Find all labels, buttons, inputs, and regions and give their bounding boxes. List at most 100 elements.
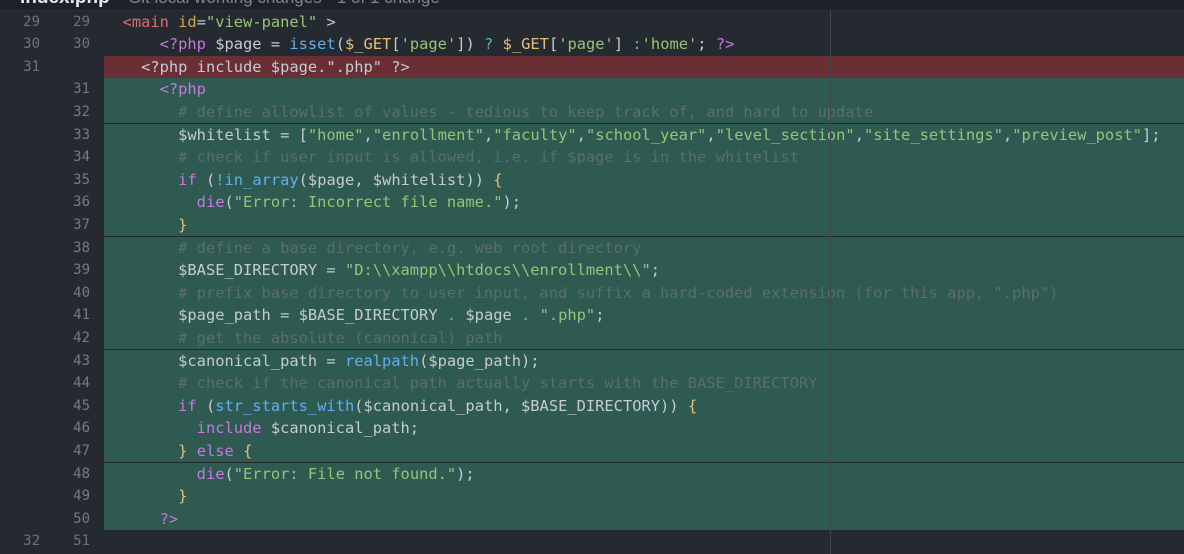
- added-line[interactable]: 49 }: [0, 485, 1184, 508]
- added-line[interactable]: 40 # prefix base directory to user input…: [0, 281, 1184, 305]
- diff-editor[interactable]: 29 29 <main id="view-panel" >30 30 <?php $…: [0, 10, 1184, 554]
- added-line[interactable]: 44 # check if the canonical path actuall…: [0, 372, 1184, 395]
- added-line[interactable]: 50 ?>: [0, 507, 1184, 531]
- added-line[interactable]: 43 $canonical_path = realpath($page_path…: [0, 349, 1184, 373]
- code-token: $canonical_path =: [178, 351, 345, 370]
- new-line-number: 39: [73, 262, 90, 279]
- code-token: ".php": [539, 306, 596, 325]
- code-token: in_array: [224, 170, 299, 189]
- code-token: ($canonical_path, $BASE_DIRECTORY)): [354, 396, 688, 415]
- added-line[interactable]: 32 # define allowlist of values - tediou…: [0, 100, 1184, 124]
- added-line[interactable]: 36 die("Error: Incorrect file name.");: [0, 191, 1184, 214]
- code-token: $page_path = $BASE_DIRECTORY: [178, 306, 447, 325]
- code-token: 'page': [400, 35, 457, 54]
- code-line[interactable]: 30 30 <?php $page = isset($_GET['page']) …: [0, 33, 1184, 56]
- code-token: $BASE_DIRECTORY =: [178, 261, 345, 280]
- added-line[interactable]: 35 if (!in_array($page, $whitelist)) {: [0, 168, 1184, 192]
- removed-line[interactable]: 31 <?php include $page.".php" ?>: [0, 55, 1184, 79]
- code-token: );: [502, 193, 522, 212]
- new-line-number: 37: [73, 216, 90, 233]
- code-token: ;: [595, 306, 605, 325]
- code-text: # get the absolute (canonical) path: [104, 327, 502, 350]
- code-token: "Error: Incorrect file name.": [233, 193, 503, 212]
- code-token: die: [196, 193, 225, 212]
- code-token: ;: [650, 261, 660, 280]
- new-line-number: 29: [73, 13, 90, 30]
- code-token: die: [196, 464, 225, 483]
- code-token: 'home': [641, 35, 698, 54]
- new-line-number: 34: [73, 149, 90, 166]
- tab-file-title[interactable]: index.php: [20, 0, 110, 9]
- code-token: # define a base directory, e.g. web root…: [178, 238, 642, 257]
- new-line-number: 49: [73, 488, 90, 505]
- new-line-number: 46: [73, 420, 90, 437]
- code-token: [: [391, 35, 401, 54]
- new-line-number: 48: [73, 465, 90, 482]
- added-line[interactable]: 31 <?php: [0, 78, 1184, 101]
- new-line-number: 33: [73, 126, 90, 143]
- code-token: $_GET: [344, 35, 392, 54]
- code-token: >: [317, 12, 336, 31]
- code-token: {: [687, 396, 698, 415]
- code-text: # define allowlist of values - tedious t…: [104, 101, 873, 124]
- code-token: "faculty": [493, 125, 577, 144]
- code-token: (: [224, 193, 234, 212]
- code-token: ,: [363, 125, 373, 144]
- code-text: $whitelist = ["home","enrollment","facul…: [104, 124, 1161, 147]
- added-line[interactable]: 41 $page_path = $BASE_DIRECTORY . $page …: [0, 304, 1184, 327]
- added-line[interactable]: 38 # define a base directory, e.g. web r…: [0, 236, 1184, 260]
- code-token: [: [548, 35, 559, 54]
- code-token: $canonical_path;: [261, 419, 420, 438]
- code-token: id: [168, 12, 197, 31]
- code-token: =: [196, 12, 206, 31]
- added-line[interactable]: 47 } else {: [0, 439, 1184, 463]
- code-token: include: [196, 419, 262, 438]
- added-line[interactable]: 45 if (str_starts_with($canonical_path, …: [0, 394, 1184, 418]
- code-token: realpath: [344, 351, 420, 370]
- added-line[interactable]: 34 # check if user input is allowed, i.e…: [0, 146, 1184, 169]
- code-token: $page =: [205, 35, 290, 54]
- old-line-number: 30: [23, 36, 40, 53]
- code-token: :: [632, 35, 642, 54]
- code-token: if: [178, 170, 197, 189]
- code-token: $page: [456, 306, 522, 325]
- tab-description: Git local working changes - 1 of 1 chang…: [128, 0, 440, 8]
- code-token: );: [456, 464, 475, 483]
- line-highlight: [104, 78, 1184, 101]
- added-line[interactable]: 37 }: [0, 213, 1184, 237]
- code-text: # check if the canonical path actually s…: [104, 372, 817, 395]
- new-line-number: 35: [73, 171, 90, 188]
- code-token: ?>: [159, 509, 179, 528]
- code-token: "view-panel": [205, 12, 318, 31]
- added-line[interactable]: 46 include $canonical_path;: [0, 417, 1184, 440]
- code-token: ];: [1142, 125, 1161, 144]
- added-line[interactable]: 39 $BASE_DIRECTORY = "D:\\xampp\\htdocs\…: [0, 259, 1184, 282]
- new-line-number: 32: [73, 103, 90, 120]
- code-token: ;: [697, 35, 716, 54]
- code-token: (: [196, 396, 216, 415]
- added-line[interactable]: 42 # get the absolute (canonical) path: [0, 326, 1184, 350]
- added-line[interactable]: 48 die("Error: File not found.");: [0, 462, 1184, 486]
- code-token: "D:\\xampp\\htdocs\\enrollment\\": [344, 261, 651, 280]
- code-text: # prefix base directory to user input, a…: [104, 282, 1058, 305]
- code-token: <?php include $page.".php" ?>: [141, 57, 410, 76]
- code-token: if: [178, 396, 197, 415]
- code-line[interactable]: 32 51: [0, 530, 1184, 553]
- added-line[interactable]: 33 $whitelist = ["home","enrollment","fa…: [0, 123, 1184, 147]
- code-token: 'page': [558, 35, 614, 54]
- code-line[interactable]: 29 29 <main id="view-panel" >: [0, 11, 1184, 34]
- code-token: <?php: [159, 80, 206, 99]
- code-text: $canonical_path = realpath($page_path);: [104, 350, 539, 373]
